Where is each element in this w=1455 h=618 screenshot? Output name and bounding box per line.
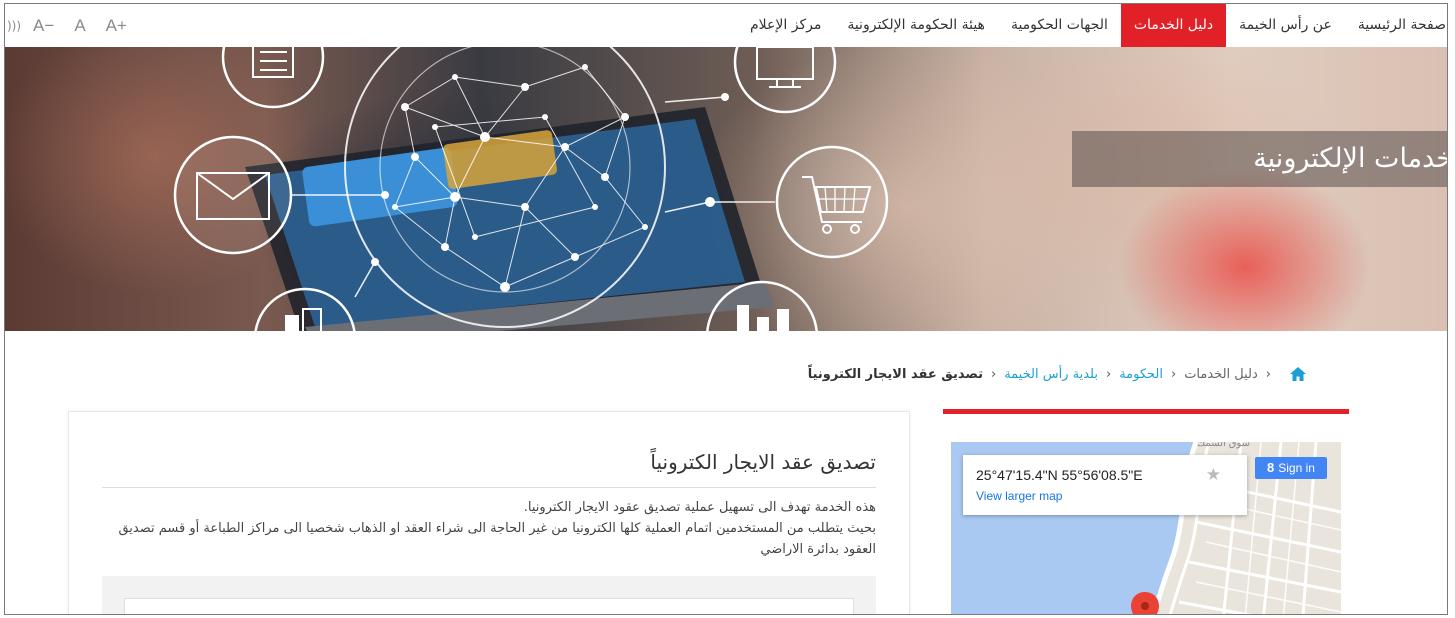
chevron-left-icon: ‹ [1265, 366, 1271, 382]
nav-item-egovernment-authority[interactable]: هيئة الحكومة الإلكترونية [834, 4, 998, 47]
breadcrumb-item-services-guide[interactable]: دليل الخدمات [1184, 367, 1258, 382]
hero-banner: خدمات الإلكترونية [5, 47, 1447, 331]
view-larger-map-link[interactable]: View larger map [976, 489, 1062, 503]
speaker-icon[interactable]: ))) [7, 19, 21, 33]
service-details-box [124, 598, 854, 614]
nav-item-home[interactable]: صفحة الرئيسية [1345, 4, 1447, 47]
font-increase-button[interactable]: A+ [106, 16, 127, 36]
service-title: تصديق عقد الايجار الكترونياً [650, 450, 876, 474]
document-icon [221, 47, 325, 109]
home-icon[interactable] [1289, 366, 1307, 382]
embedded-map[interactable]: سوق السمك 25°47'15.4"N 55°56'08.5"E View… [951, 442, 1341, 614]
chevron-left-icon: ‹ [1105, 366, 1112, 382]
monitor-icon [733, 47, 837, 114]
font-decrease-button[interactable]: A− [33, 16, 54, 36]
map-info-card: 25°47'15.4"N 55°56'08.5"E View larger ma… [963, 455, 1247, 515]
map-sign-in-button[interactable]: 8 Sign in [1255, 457, 1327, 479]
browser-viewport: صفحة الرئيسية عن رأس الخيمة دليل الخدمات… [4, 3, 1448, 615]
breadcrumb-item-government[interactable]: الحكومة [1119, 367, 1163, 382]
font-size-controls: ))) A− A A+ [5, 4, 147, 47]
top-navigation: صفحة الرئيسية عن رأس الخيمة دليل الخدمات… [5, 4, 1447, 47]
service-description-line-1: هذه الخدمة تهدف الى تسهيل عملية تصديق عق… [523, 500, 876, 515]
star-icon[interactable]: ★ [1206, 465, 1221, 485]
hero-image [173, 47, 889, 331]
map-coordinates: 25°47'15.4"N 55°56'08.5"E [976, 467, 1143, 483]
map-street-label: سوق السمك [1197, 442, 1251, 449]
map-sign-in-label: Sign in [1278, 461, 1315, 475]
location-panel: سوق السمك 25°47'15.4"N 55°56'08.5"E View… [943, 409, 1349, 614]
envelope-icon [173, 135, 293, 255]
breadcrumb-item-rak-municipality[interactable]: بلدية رأس الخيمة [1004, 367, 1098, 382]
nav-item-about-rak[interactable]: عن رأس الخيمة [1226, 4, 1345, 47]
service-details-card: تصديق عقد الايجار الكترونياً هذه الخدمة … [68, 411, 910, 614]
chevron-left-icon: ‹ [991, 366, 997, 382]
nav-item-media-center[interactable]: مركز الإعلام [737, 4, 834, 47]
shopping-cart-icon [775, 145, 889, 259]
hero-title: خدمات الإلكترونية [1253, 143, 1447, 174]
service-description: هذه الخدمة تهدف الى تسهيل عملية تصديق عق… [102, 497, 876, 560]
nav-item-services-guide[interactable]: دليل الخدمات [1120, 4, 1227, 47]
service-description-line-2: بحيث يتطلب من المستخدمين اتمام العملية ك… [118, 521, 876, 557]
google-icon: 8 [1267, 460, 1275, 475]
chevron-left-icon: ‹ [1170, 366, 1177, 382]
title-divider [102, 487, 876, 488]
nav-item-government-entities[interactable]: الجهات الحكومية [998, 4, 1121, 47]
service-details-section [102, 576, 876, 614]
main-menu: صفحة الرئيسية عن رأس الخيمة دليل الخدمات… [737, 4, 1447, 47]
font-reset-button[interactable]: A [74, 16, 85, 36]
breadcrumb-item-current: تصديق عقد الايجار الكترونياً [807, 366, 984, 382]
breadcrumb: ‹ دليل الخدمات ‹ الحكومة ‹ بلدية رأس الخ… [808, 366, 1307, 382]
